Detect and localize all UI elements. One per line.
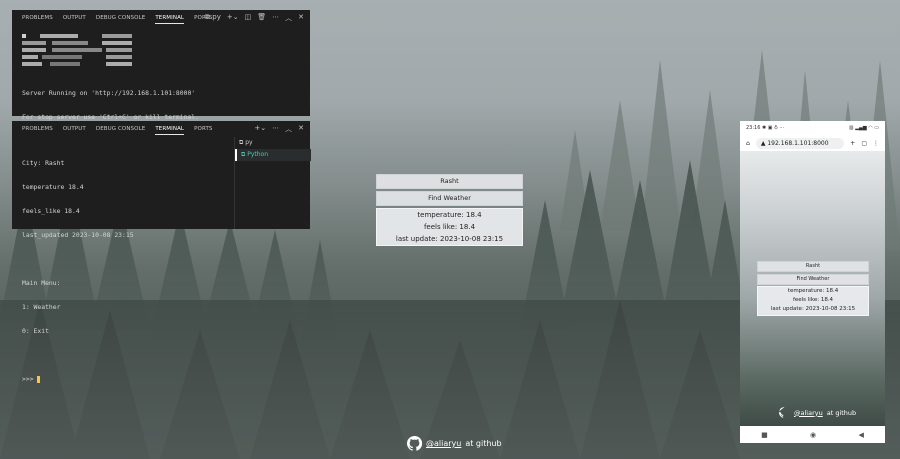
url-field[interactable]: ▲ 192.168.1.101:8000 (755, 137, 845, 149)
output-line: feels_like 18.4 (22, 207, 80, 215)
prompt: >>> (22, 375, 38, 383)
output-line: 1: Weather (22, 303, 61, 311)
city-input[interactable]: Rasht (376, 174, 523, 189)
output-line: temperature 18.4 (22, 183, 84, 191)
terminal-shell-list: ⧉ py ⧉ Python (234, 137, 311, 229)
output-line: Main Menu: (22, 279, 61, 287)
feels-like-text: feels like: 18.4 (423, 223, 476, 231)
github-icon (779, 407, 785, 418)
phone-status-bar: 23:16 ✱ ▣ ♁ ⋯ ▥ ▂▄▆ ◠ ▭ (740, 121, 885, 135)
tab-problems[interactable]: PROBLEMS (22, 124, 53, 134)
last-update-text: last update: 2023-10-08 23:15 (395, 235, 504, 243)
tab-output[interactable]: OUTPUT (63, 13, 86, 23)
warning-icon: ▲ (760, 139, 766, 147)
chevron-up-icon[interactable]: ︿ (285, 13, 292, 23)
trash-icon[interactable]: 🗑 (257, 13, 266, 23)
footer-suffix: at github (826, 408, 857, 417)
output-line: For stop server use 'Ctrl+C' or kill ter… (22, 113, 199, 121)
terminal-cli-panel: PROBLEMS OUTPUT DEBUG CONSOLE TERMINAL P… (12, 121, 311, 383)
phone-screen: 23:16 ✱ ▣ ♁ ⋯ ▥ ▂▄▆ ◠ ▭ ⌂ ▲ 192.168.1.10… (740, 121, 885, 443)
tab-problems[interactable]: PROBLEMS (22, 13, 53, 23)
output-line: 0: Exit (22, 327, 49, 335)
temperature-text: temperature: 18.4 (417, 211, 482, 219)
tabs-count-icon[interactable]: ▢ (861, 140, 867, 147)
phone-city-input[interactable]: Rasht (757, 261, 869, 272)
tab-debug-console[interactable]: DEBUG CONSOLE (96, 13, 145, 23)
shell-item-py[interactable]: ⧉ py (235, 137, 311, 149)
tab-debug-console[interactable]: DEBUG CONSOLE (96, 124, 145, 134)
tab-output[interactable]: OUTPUT (63, 124, 86, 134)
github-handle-link[interactable]: @aliaryu (794, 409, 823, 417)
tab-terminal[interactable]: TERMINAL (155, 13, 185, 24)
chevron-up-icon[interactable]: ︿ (285, 124, 292, 134)
github-icon (407, 436, 422, 451)
more-icon[interactable]: ⋯ (272, 13, 279, 23)
signal-wifi-battery-icons: ▥ ▂▄▆ ◠ ▭ (848, 125, 879, 131)
output-line: last_updated 2023-10-08 23:15 (22, 231, 134, 239)
close-icon[interactable]: ✕ (298, 13, 304, 23)
menu-icon[interactable]: ⋮ (873, 140, 879, 147)
output-line: City: Rasht (22, 159, 65, 167)
terminal-server-panel: PROBLEMS OUTPUT DEBUG CONSOLE TERMINAL P… (12, 10, 310, 169)
phone-find-weather-button[interactable]: Find Weather (757, 274, 869, 285)
footer-suffix: at github (465, 439, 502, 448)
shell-label: py (212, 13, 221, 21)
github-footer: @aliaryu at github (407, 436, 502, 451)
add-terminal-icon[interactable]: +⌄ (227, 13, 239, 23)
weather-result: temperature: 18.4 feels like: 18.4 last … (376, 208, 523, 246)
home-icon[interactable]: ⌂ (746, 140, 750, 147)
more-icon[interactable]: ⋯ (272, 124, 279, 134)
phone-address-bar: ⌂ ▲ 192.168.1.101:8000 + ▢ ⋮ (740, 135, 885, 151)
recent-apps-icon[interactable]: ■ (761, 431, 768, 439)
split-terminal-icon[interactable]: ◫ (245, 13, 252, 23)
new-tab-icon[interactable]: + (850, 140, 855, 147)
ascii-logo-art (22, 34, 132, 66)
phone-github-footer: @aliaryu at github (779, 407, 856, 418)
feels-like-text: feels like: 18.4 (792, 297, 834, 303)
terminal-controls: +⌄ ⋯ ︿ ✕ (254, 124, 304, 134)
terminal-controls: ⧉ py +⌄ ◫ 🗑 ⋯ ︿ ✕ (205, 13, 304, 23)
close-icon[interactable]: ✕ (298, 124, 304, 134)
tab-terminal[interactable]: TERMINAL (155, 124, 185, 135)
tab-ports[interactable]: PORTS (194, 124, 212, 134)
github-handle-link[interactable]: @aliaryu (426, 439, 461, 448)
notification-icons: ✱ ▣ ♁ ⋯ (762, 125, 785, 131)
add-terminal-icon[interactable]: +⌄ (254, 124, 266, 134)
last-update-text: last update: 2023-10-08 23:15 (770, 306, 856, 312)
phone-weather-result: temperature: 18.4 feels like: 18.4 last … (757, 286, 869, 316)
home-button-icon[interactable]: ◉ (810, 431, 816, 439)
terminal-cursor[interactable] (37, 375, 41, 383)
back-icon[interactable]: ◀ (858, 431, 863, 439)
find-weather-button[interactable]: Find Weather (376, 191, 523, 206)
terminal-shell-icon[interactable]: ⧉ py (205, 13, 221, 23)
status-time: 23:16 (746, 125, 761, 131)
shell-item-python[interactable]: ⧉ Python (235, 149, 311, 161)
cli-output: City: Rasht temperature 18.4 feels_like … (22, 143, 134, 399)
temperature-text: temperature: 18.4 (787, 288, 839, 294)
output-line: Server Running on 'http://192.168.1.101:… (22, 89, 196, 97)
phone-nav-bar: ■ ◉ ◀ (740, 426, 885, 443)
